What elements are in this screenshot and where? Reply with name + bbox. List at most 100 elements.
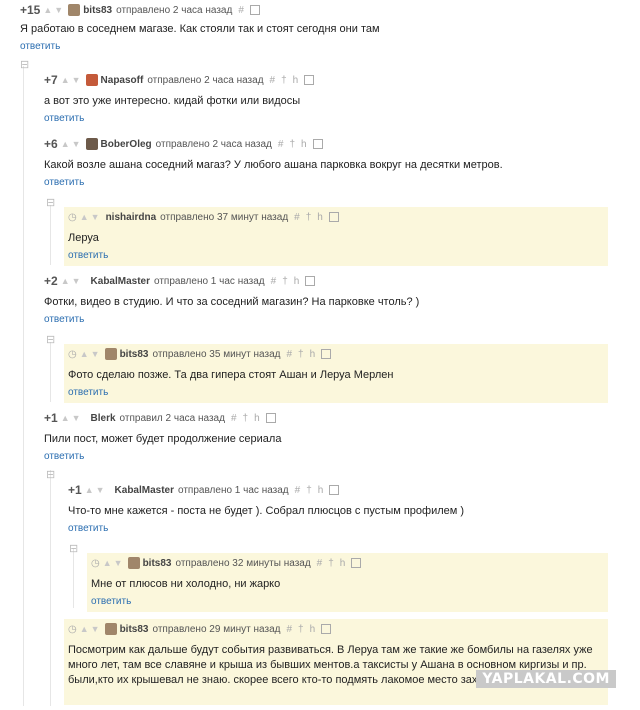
author-link[interactable]: Napasoff (101, 75, 144, 86)
fold-icon[interactable]: ⊟ (46, 196, 55, 209)
author-link[interactable]: Blerk (91, 413, 116, 424)
save-icon[interactable] (304, 75, 315, 85)
author-link[interactable]: nishairdna (106, 212, 157, 223)
h-icon[interactable]: h (310, 624, 316, 635)
h-icon[interactable]: h (301, 139, 307, 150)
h-icon[interactable]: h (318, 485, 324, 496)
comment-meta: +15 ▲ ▼ bits83 отправлено 2 часа назад # (20, 2, 608, 18)
avatar[interactable] (104, 623, 117, 635)
author-link[interactable]: KabalMaster (91, 276, 150, 287)
save-icon[interactable] (312, 139, 323, 149)
link-icon[interactable]: # (286, 624, 292, 635)
vote-down-icon[interactable]: ▼ (72, 139, 81, 149)
save-icon[interactable] (328, 212, 339, 222)
vote-up-icon[interactable]: ▲ (43, 5, 52, 15)
comment: +6 ▲ ▼ BoberOleg отправлено 2 часа назад… (44, 136, 608, 188)
comment: +2 ▲ ▼ KabalMaster отправлено 1 час наза… (44, 273, 608, 325)
plus-icon[interactable]: † (289, 139, 295, 150)
author-link[interactable]: bits83 (143, 558, 172, 569)
link-icon[interactable]: # (270, 75, 276, 86)
link-icon[interactable]: # (286, 349, 292, 360)
link-icon[interactable]: # (294, 212, 300, 223)
vote-up-icon[interactable]: ▲ (61, 75, 70, 85)
plus-icon[interactable]: † (328, 558, 334, 569)
author-link[interactable]: KabalMaster (115, 485, 174, 496)
h-icon[interactable]: h (254, 413, 260, 424)
comment: +15 ▲ ▼ bits83 отправлено 2 часа назад #… (20, 2, 608, 52)
reply-link[interactable]: ответить (20, 41, 608, 52)
comment-meta: ◷ ▲ ▼ nishairdna отправлено 37 минут наз… (68, 209, 604, 225)
reply-link[interactable]: ответить (68, 387, 604, 398)
save-icon[interactable] (321, 349, 332, 359)
link-icon[interactable]: # (231, 413, 237, 424)
avatar[interactable] (68, 4, 81, 16)
author-link[interactable]: bits83 (83, 5, 112, 16)
reply-link[interactable]: ответить (91, 596, 604, 607)
save-icon[interactable] (351, 558, 362, 568)
save-icon[interactable] (265, 413, 276, 423)
comment-text: а вот это уже интересно. кидай фотки или… (44, 95, 301, 107)
h-icon[interactable]: h (317, 212, 323, 223)
h-icon[interactable]: h (294, 276, 300, 287)
reply-link[interactable]: ответить (44, 314, 608, 325)
save-icon[interactable] (329, 485, 340, 495)
vote-down-icon[interactable]: ▼ (91, 624, 100, 634)
vote-down-icon[interactable]: ▼ (96, 485, 105, 495)
reply-link[interactable]: ответить (44, 451, 608, 462)
h-icon[interactable]: h (340, 558, 346, 569)
reply-link[interactable]: ответить (68, 523, 608, 534)
score: +1 (44, 411, 58, 425)
plus-icon[interactable]: † (298, 624, 304, 635)
link-icon[interactable]: # (317, 558, 323, 569)
author-link[interactable]: BoberOleg (101, 139, 152, 150)
vote-up-icon[interactable]: ▲ (61, 413, 70, 423)
reply-link[interactable]: ответить (44, 113, 608, 124)
plus-icon[interactable]: † (298, 349, 304, 360)
fold-icon[interactable]: ⊟ (69, 542, 78, 555)
plus-icon[interactable]: † (243, 413, 249, 424)
vote-up-icon[interactable]: ▲ (103, 558, 112, 568)
plus-icon[interactable]: † (282, 276, 288, 287)
vote-up-icon[interactable]: ▲ (61, 276, 70, 286)
comment-text: Какой возле ашана соседний магаз? У любо… (44, 159, 503, 171)
h-icon[interactable]: h (293, 75, 299, 86)
fold-icon[interactable]: ⊟ (46, 333, 55, 346)
avatar[interactable] (85, 74, 98, 86)
plus-icon[interactable]: † (281, 75, 287, 86)
vote-up-icon[interactable]: ▲ (61, 139, 70, 149)
score: +1 (68, 483, 82, 497)
vote-down-icon[interactable]: ▼ (91, 349, 100, 359)
vote-up-icon[interactable]: ▲ (85, 485, 94, 495)
timestamp: отправлено 35 минут назад (152, 348, 281, 360)
plus-icon[interactable]: † (306, 212, 312, 223)
link-icon[interactable]: # (238, 5, 244, 16)
plus-icon[interactable]: † (306, 485, 312, 496)
vote-down-icon[interactable]: ▼ (91, 212, 100, 222)
clock-icon: ◷ (68, 623, 77, 635)
fold-icon[interactable]: ⊟ (46, 468, 55, 481)
reply-link[interactable]: ответить (44, 177, 608, 188)
comment-meta: ◷ ▲ ▼ bits83 отправлено 29 минут назад #… (68, 621, 604, 637)
vote-down-icon[interactable]: ▼ (72, 413, 81, 423)
vote-up-icon[interactable]: ▲ (80, 624, 89, 634)
h-icon[interactable]: h (310, 349, 316, 360)
reply-link[interactable]: ответить (68, 250, 604, 261)
avatar[interactable] (85, 138, 98, 150)
vote-up-icon[interactable]: ▲ (80, 349, 89, 359)
author-link[interactable]: bits83 (120, 624, 149, 635)
save-icon[interactable] (249, 5, 260, 15)
vote-down-icon[interactable]: ▼ (114, 558, 123, 568)
vote-up-icon[interactable]: ▲ (80, 212, 89, 222)
avatar[interactable] (127, 557, 140, 569)
vote-down-icon[interactable]: ▼ (72, 75, 81, 85)
link-icon[interactable]: # (278, 139, 284, 150)
save-icon[interactable] (305, 276, 316, 286)
author-link[interactable]: bits83 (120, 349, 149, 360)
save-icon[interactable] (321, 624, 332, 634)
avatar[interactable] (104, 348, 117, 360)
link-icon[interactable]: # (295, 485, 301, 496)
link-icon[interactable]: # (271, 276, 277, 287)
fold-icon[interactable]: ⊟ (20, 58, 29, 71)
vote-down-icon[interactable]: ▼ (54, 5, 63, 15)
vote-down-icon[interactable]: ▼ (72, 276, 81, 286)
